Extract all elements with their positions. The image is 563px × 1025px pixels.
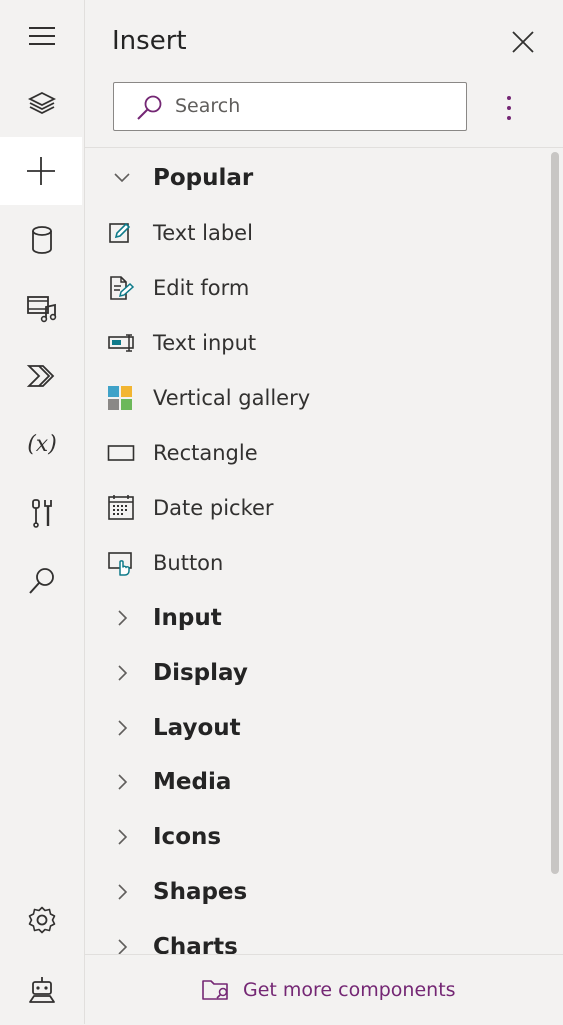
- category-label: Layout: [153, 714, 241, 741]
- category-label: Icons: [153, 823, 222, 850]
- chevron-right-icon: [113, 754, 131, 809]
- chevron-right-icon: [113, 864, 131, 919]
- tools-icon[interactable]: [0, 479, 84, 547]
- edit-form-icon: [107, 260, 135, 315]
- chevron-right-icon: [113, 700, 131, 755]
- item-label: Vertical gallery: [153, 385, 311, 410]
- more-options-icon[interactable]: [497, 94, 521, 124]
- item-label: Button: [153, 550, 224, 575]
- category-display[interactable]: Display: [85, 645, 547, 700]
- component-list: Popular Text label Edit form Text input: [85, 150, 547, 954]
- hamburger-icon[interactable]: [0, 2, 84, 70]
- variables-icon[interactable]: (x): [0, 410, 84, 478]
- category-label: Charts: [153, 933, 238, 955]
- list-item-text-label[interactable]: Text label: [85, 205, 547, 260]
- list-item-button[interactable]: Button: [85, 535, 547, 590]
- chevron-down-icon: [113, 150, 131, 205]
- list-item-text-input[interactable]: Text input: [85, 315, 547, 370]
- category-label: Display: [153, 659, 248, 686]
- category-popular[interactable]: Popular: [85, 150, 547, 205]
- search-input[interactable]: [175, 92, 455, 120]
- category-label: Shapes: [153, 878, 248, 905]
- list-item-edit-form[interactable]: Edit form: [85, 260, 547, 315]
- category-label: Media: [153, 768, 232, 795]
- category-media[interactable]: Media: [85, 754, 547, 809]
- footer-link-label: Get more components: [243, 979, 456, 1001]
- item-label: Date picker: [153, 495, 274, 520]
- category-input[interactable]: Input: [85, 590, 547, 645]
- left-rail: (x): [0, 0, 85, 1024]
- chevron-right-icon: [113, 809, 131, 864]
- search-icon[interactable]: [0, 547, 84, 615]
- insert-panel: Insert Popular Text label Edit for: [85, 0, 563, 1025]
- media-icon[interactable]: [0, 274, 84, 342]
- item-label: Text input: [153, 330, 257, 355]
- chevron-right-icon: [113, 645, 131, 700]
- category-shapes[interactable]: Shapes: [85, 864, 547, 919]
- list-item-date-picker[interactable]: Date picker: [85, 480, 547, 535]
- list-item-rectangle[interactable]: Rectangle: [85, 425, 547, 480]
- chevron-right-icon: [113, 590, 131, 645]
- get-more-components-link[interactable]: Get more components: [201, 977, 456, 1003]
- divider: [85, 147, 563, 148]
- copilot-bot-icon[interactable]: [0, 956, 84, 1024]
- category-label: Popular: [153, 164, 254, 191]
- search-icon: [137, 95, 162, 120]
- scrollbar-thumb[interactable]: [551, 152, 559, 874]
- database-icon[interactable]: [0, 206, 84, 274]
- panel-footer: Get more components: [85, 954, 563, 1025]
- text-label-icon: [107, 205, 133, 260]
- list-item-vertical-gallery[interactable]: Vertical gallery: [85, 370, 547, 425]
- category-label: Input: [153, 604, 222, 631]
- date-picker-icon: [107, 480, 135, 535]
- vertical-gallery-icon: [107, 370, 133, 425]
- layers-icon[interactable]: [0, 69, 84, 137]
- add-icon[interactable]: [0, 137, 82, 205]
- panel-title: Insert: [112, 26, 187, 56]
- folder-search-icon: [202, 980, 228, 1000]
- category-charts[interactable]: Charts: [85, 919, 547, 954]
- text-input-icon: [107, 315, 137, 370]
- chevron-right-icon: [113, 919, 131, 954]
- close-icon[interactable]: [509, 28, 537, 56]
- rectangle-icon: [107, 425, 135, 480]
- item-label: Rectangle: [153, 440, 258, 465]
- category-icons[interactable]: Icons: [85, 809, 547, 864]
- search-box[interactable]: [113, 82, 467, 131]
- power-automate-icon[interactable]: [0, 342, 84, 410]
- category-layout[interactable]: Layout: [85, 700, 547, 755]
- item-label: Edit form: [153, 275, 250, 300]
- button-icon: [107, 535, 135, 590]
- item-label: Text label: [153, 220, 253, 245]
- settings-icon[interactable]: [0, 886, 84, 954]
